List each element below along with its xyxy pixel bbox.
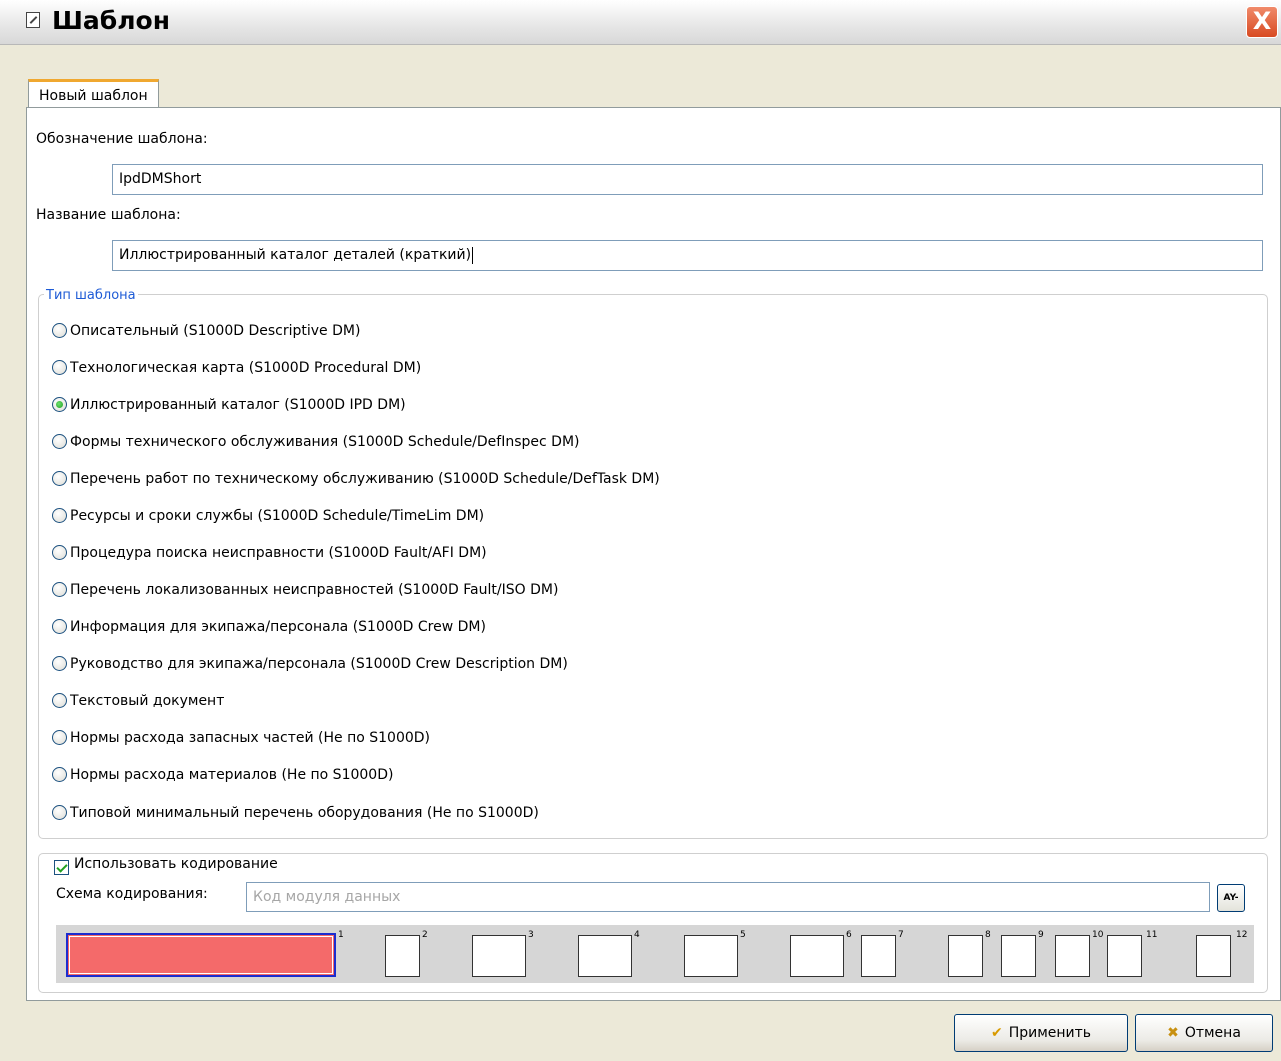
radio-option[interactable]: Руководство для экипажа/персонала (S1000…	[52, 652, 568, 676]
radio-label: Перечень работ по техническому обслужива…	[70, 471, 660, 487]
radio-option[interactable]: Перечень локализованных неисправностей (…	[52, 578, 558, 602]
radio-button[interactable]	[52, 655, 67, 671]
radio-button[interactable]	[52, 507, 67, 523]
text-caret	[472, 246, 474, 264]
code-segment-number: 5	[740, 930, 746, 940]
radio-option[interactable]: Процедура поиска неисправности (S1000D F…	[52, 541, 487, 565]
code-segment-field[interactable]	[66, 933, 336, 977]
radio-option[interactable]: Нормы расхода материалов (Не по S1000D)	[52, 763, 393, 787]
cancel-label: Отмена	[1184, 1025, 1241, 1041]
radio-button[interactable]	[52, 766, 67, 782]
radio-option[interactable]: Информация для экипажа/персонала (S1000D…	[52, 615, 486, 639]
radio-label: Нормы расхода запасных частей (Не по S10…	[70, 730, 431, 746]
radio-label: Технологическая карта (S1000D Procedural…	[70, 360, 422, 376]
cross-icon: ✖	[1167, 1025, 1179, 1041]
radio-option[interactable]: Перечень работ по техническому обслужива…	[52, 467, 660, 491]
code-segment-field[interactable]	[1055, 935, 1090, 977]
code-segment-number: 4	[634, 930, 640, 940]
radio-button[interactable]	[52, 433, 67, 449]
radio-button[interactable]	[52, 359, 67, 375]
code-segment-number: 3	[528, 930, 534, 940]
name-label: Название шаблона:	[36, 207, 181, 223]
name-input[interactable]: Иллюстрированный каталог деталей (кратки…	[112, 240, 1263, 271]
code-segment-field[interactable]	[578, 935, 632, 977]
radio-button[interactable]	[52, 729, 67, 745]
radio-option[interactable]: Текстовый документ	[52, 689, 224, 713]
code-segment-number: 9	[1038, 930, 1044, 940]
radio-label: Текстовый документ	[70, 693, 225, 709]
code-segment-field[interactable]	[861, 935, 896, 977]
radio-label: Формы технического обслуживания (S1000D …	[70, 434, 580, 450]
code-segment-field[interactable]	[1107, 935, 1142, 977]
apply-button[interactable]: ✔ Применить	[954, 1014, 1128, 1052]
template-icon	[26, 12, 40, 28]
apply-label: Применить	[1008, 1025, 1092, 1041]
radio-button[interactable]	[52, 692, 67, 708]
radio-label: Типовой минимальный перечень оборудовани…	[70, 805, 539, 821]
code-segment-field[interactable]	[472, 935, 526, 977]
radio-button[interactable]	[52, 544, 67, 560]
code-segment-field[interactable]	[948, 935, 983, 977]
radio-label: Описательный (S1000D Descriptive DM)	[70, 323, 361, 339]
designation-input[interactable]: IpdDMShort	[112, 164, 1263, 195]
code-segment-number: 10	[1092, 930, 1104, 940]
radio-button[interactable]	[52, 618, 67, 634]
radio-button[interactable]	[52, 470, 67, 486]
code-segment-number: 11	[1146, 930, 1158, 940]
radio-option[interactable]: Ресурсы и сроки службы (S1000D Schedule/…	[52, 504, 484, 528]
code-segment-field[interactable]	[1001, 935, 1036, 977]
close-button[interactable]: X	[1246, 6, 1278, 38]
code-segment-number: 8	[985, 930, 991, 940]
radio-label: Ресурсы и сроки службы (S1000D Schedule/…	[70, 508, 485, 524]
radio-label: Информация для экипажа/персонала (S1000D…	[70, 619, 486, 635]
coding-scheme-input[interactable]: Код модуля данных	[246, 882, 1210, 912]
radio-option[interactable]: Типовой минимальный перечень оборудовани…	[52, 801, 539, 825]
code-segment-field[interactable]	[1196, 935, 1231, 977]
radio-option[interactable]: Иллюстрированный каталог (S1000D IPD DM)	[52, 393, 406, 417]
radio-label: Процедура поиска неисправности (S1000D F…	[70, 545, 487, 561]
radio-button[interactable]	[52, 322, 67, 338]
radio-label: Нормы расхода материалов (Не по S1000D)	[70, 767, 394, 783]
code-segment-field[interactable]	[684, 935, 738, 977]
template-type-legend: Тип шаблона	[44, 288, 138, 303]
radio-option[interactable]: Формы технического обслуживания (S1000D …	[52, 430, 580, 454]
code-segment-field[interactable]	[790, 935, 844, 977]
coding-scheme-label: Схема кодирования:	[56, 886, 208, 902]
coding-scheme-button[interactable]: AY-	[1217, 884, 1245, 912]
title-bar: Шаблон X	[0, 0, 1281, 45]
radio-label: Перечень локализованных неисправностей (…	[70, 582, 559, 598]
code-segment-field[interactable]	[385, 935, 420, 977]
radio-option[interactable]: Нормы расхода запасных частей (Не по S10…	[52, 726, 430, 750]
tab-new-template[interactable]: Новый шаблон	[28, 79, 159, 107]
code-segment-number: 12	[1236, 930, 1248, 940]
window-title: Шаблон	[52, 6, 170, 35]
radio-label: Руководство для экипажа/персонала (S1000…	[70, 656, 568, 672]
code-segment-number: 6	[846, 930, 852, 940]
name-value: Иллюстрированный каталог деталей (кратки…	[119, 247, 472, 263]
cancel-button[interactable]: ✖ Отмена	[1135, 1014, 1273, 1052]
code-segment-number: 2	[422, 930, 428, 940]
radio-label: Иллюстрированный каталог (S1000D IPD DM)	[70, 397, 406, 413]
radio-button[interactable]	[52, 804, 67, 820]
checkmark-icon: ✔	[990, 1025, 1003, 1041]
radio-button-selected[interactable]	[52, 396, 67, 412]
use-coding-checkbox[interactable]	[54, 860, 69, 875]
radio-button[interactable]	[52, 581, 67, 597]
code-segment-number: 1	[338, 930, 344, 940]
radio-option[interactable]: Технологическая карта (S1000D Procedural…	[52, 356, 421, 380]
code-segment-number: 7	[898, 930, 904, 940]
use-coding-label[interactable]: Использовать кодирование	[74, 856, 278, 872]
designation-label: Обозначение шаблона:	[36, 131, 208, 147]
radio-option[interactable]: Описательный (S1000D Descriptive DM)	[52, 319, 360, 343]
